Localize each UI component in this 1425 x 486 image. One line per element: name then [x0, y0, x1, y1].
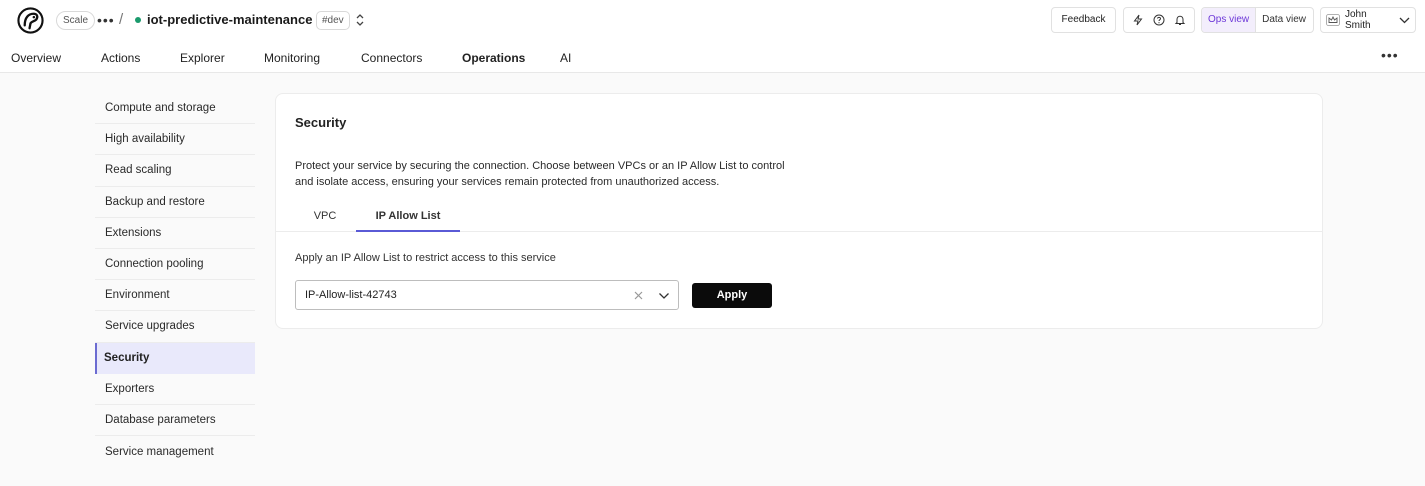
main-nav: Overview Actions Explorer Monitoring Con… — [0, 41, 1425, 73]
tab-overview[interactable]: Overview — [11, 51, 61, 65]
status-dot — [135, 17, 141, 23]
sidebar-item-extensions[interactable]: Extensions — [95, 218, 255, 249]
plan-badge: Scale — [56, 11, 96, 30]
sidebar-item-connection-pooling[interactable]: Connection pooling — [95, 249, 255, 281]
sidebar-item-environment[interactable]: Environment — [95, 280, 255, 312]
sidebar-item-compute-storage[interactable]: Compute and storage — [95, 93, 255, 125]
data-view-button[interactable]: Data view — [1256, 8, 1312, 32]
sidebar-item-security[interactable]: Security — [95, 342, 255, 374]
more-options-icon[interactable]: ••• — [97, 11, 115, 29]
apply-button[interactable]: Apply — [692, 283, 772, 308]
nav-more-icon[interactable]: ••• — [1381, 47, 1399, 63]
lightning-icon[interactable] — [1132, 14, 1144, 26]
user-name: John Smith — [1345, 9, 1371, 31]
tab-monitoring[interactable]: Monitoring — [264, 51, 320, 65]
ops-view-button[interactable]: Ops view — [1202, 8, 1257, 32]
sidebar-item-service-management[interactable]: Service management — [95, 436, 255, 467]
user-menu[interactable]: John Smith — [1320, 7, 1416, 33]
security-title: Security — [295, 115, 347, 130]
clear-icon[interactable] — [633, 290, 644, 301]
tab-ip-allow-list[interactable]: IP Allow List — [356, 210, 460, 232]
switch-service-icon[interactable] — [355, 13, 365, 27]
sidebar-item-exporters[interactable]: Exporters — [95, 374, 255, 405]
selected-allow-list: IP-Allow-list-42743 — [305, 289, 397, 301]
logo-icon[interactable] — [17, 7, 44, 34]
security-card: Security Protect your service by securin… — [275, 93, 1323, 329]
tab-actions[interactable]: Actions — [101, 51, 140, 65]
tab-explorer[interactable]: Explorer — [180, 51, 225, 65]
tab-vpc[interactable]: VPC — [295, 210, 355, 232]
view-switcher: Ops view Data view — [1201, 7, 1314, 33]
chevron-down-icon — [1399, 17, 1410, 24]
sidebar-item-read-scaling[interactable]: Read scaling — [95, 155, 255, 187]
feedback-button[interactable]: Feedback — [1051, 7, 1116, 33]
apply-allow-list-label: Apply an IP Allow List to restrict acces… — [295, 252, 556, 264]
tab-operations[interactable]: Operations — [462, 51, 525, 65]
breadcrumb-separator: / — [119, 11, 124, 28]
ip-allow-list-select[interactable]: IP-Allow-list-42743 — [295, 280, 679, 310]
chevron-down-icon[interactable] — [658, 290, 670, 302]
security-description: Protect your service by securing the con… — [295, 160, 785, 188]
tab-connectors[interactable]: Connectors — [361, 51, 422, 65]
crown-icon — [1326, 14, 1340, 26]
utility-icons — [1123, 7, 1195, 33]
operations-sidebar: Compute and storage High availability Re… — [95, 93, 255, 467]
service-name[interactable]: iot-predictive-maintenance — [147, 11, 312, 29]
sidebar-item-backup-restore[interactable]: Backup and restore — [95, 187, 255, 218]
sidebar-item-high-availability[interactable]: High availability — [95, 124, 255, 156]
security-tabs: VPC IP Allow List — [276, 205, 1322, 232]
bell-icon[interactable] — [1174, 14, 1186, 26]
environment-badge: #dev — [316, 11, 350, 30]
sidebar-item-service-upgrades[interactable]: Service upgrades — [95, 311, 255, 343]
help-icon[interactable] — [1153, 14, 1165, 26]
top-bar: Scale ••• / iot-predictive-maintenance #… — [0, 0, 1425, 41]
sidebar-item-database-parameters[interactable]: Database parameters — [95, 405, 255, 437]
tab-ai[interactable]: AI — [560, 51, 571, 65]
